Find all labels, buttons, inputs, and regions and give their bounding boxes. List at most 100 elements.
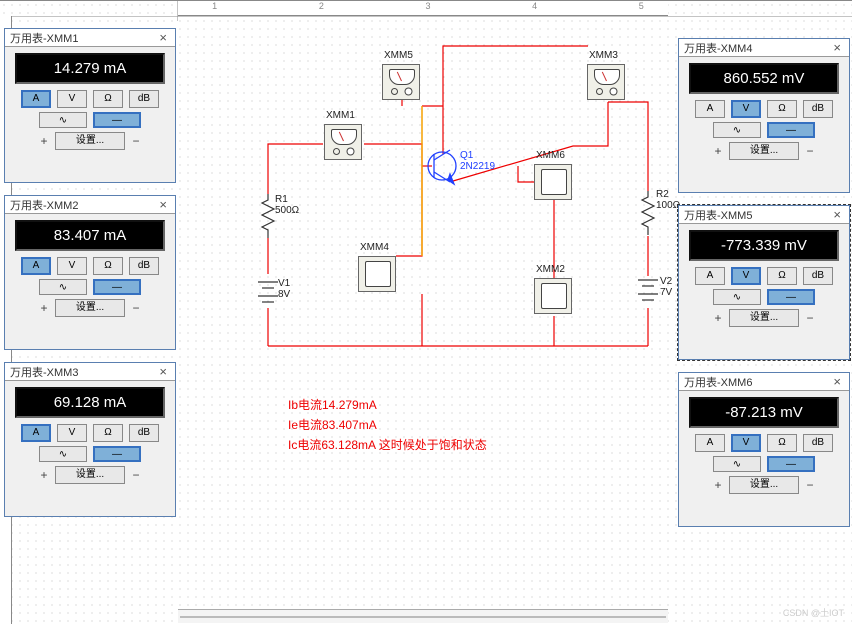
reading-display: 860.552 mV bbox=[689, 63, 839, 94]
instrument-label-xmm2: XMM2 bbox=[536, 264, 565, 275]
instrument-xmm6[interactable] bbox=[534, 164, 572, 200]
instrument-xmm4[interactable] bbox=[358, 256, 396, 292]
mode-v-button[interactable]: V bbox=[731, 267, 761, 285]
mode-db-button[interactable]: dB bbox=[129, 424, 159, 442]
wire-layer bbox=[178, 16, 678, 576]
mode-ohm-button[interactable]: Ω bbox=[767, 100, 797, 118]
mode-db-button[interactable]: dB bbox=[803, 267, 833, 285]
dc-button[interactable]: — bbox=[767, 456, 815, 472]
reading-display: 83.407 mA bbox=[15, 220, 165, 251]
ac-button[interactable]: ∿ bbox=[713, 456, 761, 472]
mode-db-button[interactable]: dB bbox=[129, 257, 159, 275]
reading-display: -87.213 mV bbox=[689, 397, 839, 428]
minus-terminal: − bbox=[805, 478, 815, 492]
close-icon[interactable]: × bbox=[156, 197, 170, 212]
close-icon[interactable]: × bbox=[830, 40, 844, 55]
mode-a-button[interactable]: A bbox=[695, 100, 725, 118]
label-Q1: Q12N2219 bbox=[460, 150, 495, 172]
mode-a-button[interactable]: A bbox=[695, 267, 725, 285]
close-icon[interactable]: × bbox=[830, 207, 844, 222]
multimeter-panel-mm1[interactable]: 万用表-XMM1×14.279 mAAVΩdB∿—+设置...− bbox=[4, 28, 176, 183]
dc-button[interactable]: — bbox=[93, 446, 141, 462]
close-icon[interactable]: × bbox=[156, 30, 170, 45]
mode-ohm-button[interactable]: Ω bbox=[93, 90, 123, 108]
ac-button[interactable]: ∿ bbox=[713, 122, 761, 138]
dc-button[interactable]: — bbox=[767, 289, 815, 305]
mode-ohm-button[interactable]: Ω bbox=[93, 424, 123, 442]
dc-button[interactable]: — bbox=[767, 122, 815, 138]
panel-title-text: 万用表-XMM3 bbox=[10, 364, 78, 380]
panel-title[interactable]: 万用表-XMM1× bbox=[5, 29, 175, 47]
mode-a-button[interactable]: A bbox=[21, 90, 51, 108]
instrument-xmm3[interactable] bbox=[587, 64, 625, 100]
close-icon[interactable]: × bbox=[156, 364, 170, 379]
plus-terminal: + bbox=[713, 311, 723, 325]
schematic-area: R1500Ω R2100Ω V18V V27V Q12N2219 Ib电流14.… bbox=[178, 16, 668, 616]
instrument-label-xmm6: XMM6 bbox=[536, 150, 565, 161]
ac-button[interactable]: ∿ bbox=[713, 289, 761, 305]
dc-button[interactable]: — bbox=[93, 279, 141, 295]
label-R1: R1500Ω bbox=[275, 194, 299, 216]
mode-a-button[interactable]: A bbox=[695, 434, 725, 452]
multimeter-panel-mm6[interactable]: 万用表-XMM6 × -87.213 mV AVΩdB ∿ — + 设置...− bbox=[678, 372, 850, 527]
meter-needle-icon bbox=[339, 132, 344, 141]
instrument-label-xmm1: XMM1 bbox=[326, 110, 355, 121]
multimeter-panel-mm2[interactable]: 万用表-XMM2×83.407 mAAVΩdB∿—+设置...− bbox=[4, 195, 176, 350]
multimeter-panel-mm5[interactable]: 万用表-XMM5×-773.339 mVAVΩdB∿—+设置...− bbox=[678, 205, 850, 360]
settings-button[interactable]: 设置... bbox=[55, 299, 125, 317]
instrument-label-xmm3: XMM3 bbox=[589, 50, 618, 61]
mode-a-button[interactable]: A bbox=[21, 257, 51, 275]
mode-ohm-button[interactable]: Ω bbox=[93, 257, 123, 275]
ac-button[interactable]: ∿ bbox=[39, 279, 87, 295]
settings-button[interactable]: 设置... bbox=[55, 466, 125, 484]
reading-display: -773.339 mV bbox=[689, 230, 839, 261]
settings-button[interactable]: 设置... bbox=[729, 142, 799, 160]
multimeter-panel-mm4[interactable]: 万用表-XMM4×860.552 mVAVΩdB∿—+设置...− bbox=[678, 38, 850, 193]
mode-db-button[interactable]: dB bbox=[129, 90, 159, 108]
panel-title[interactable]: 万用表-XMM5 × bbox=[679, 206, 849, 224]
watermark: CSDN @土IOT bbox=[783, 606, 844, 619]
settings-button[interactable]: 设置... bbox=[729, 476, 799, 494]
plus-terminal: + bbox=[713, 144, 723, 158]
ruler-top: 12345 bbox=[178, 1, 668, 16]
settings-button[interactable]: 设置... bbox=[729, 309, 799, 327]
scrollbar-thumb[interactable] bbox=[180, 616, 666, 618]
mode-ohm-button[interactable]: Ω bbox=[767, 434, 797, 452]
multimeter-panel-mm3[interactable]: 万用表-XMM3×69.128 mAAVΩdB∿—+设置...− bbox=[4, 362, 176, 517]
minus-terminal: − bbox=[131, 301, 141, 315]
plus-terminal: + bbox=[39, 468, 49, 482]
panel-title[interactable]: 万用表-XMM3 × bbox=[5, 363, 175, 381]
mode-v-button[interactable]: V bbox=[57, 257, 87, 275]
dc-button[interactable]: — bbox=[93, 112, 141, 128]
instrument-label-xmm4: XMM4 bbox=[360, 242, 389, 253]
instrument-xmm1[interactable] bbox=[324, 124, 362, 160]
panel-title-text: 万用表-XMM5 bbox=[684, 207, 752, 223]
instrument-xmm5[interactable] bbox=[382, 64, 420, 100]
mode-v-button[interactable]: V bbox=[731, 434, 761, 452]
instrument-xmm2[interactable] bbox=[534, 278, 572, 314]
mode-ohm-button[interactable]: Ω bbox=[767, 267, 797, 285]
panel-title[interactable]: 万用表-XMM2× bbox=[5, 196, 175, 214]
ac-button[interactable]: ∿ bbox=[39, 446, 87, 462]
panel-title[interactable]: 万用表-XMM6 × bbox=[679, 373, 849, 391]
panel-title[interactable]: 万用表-XMM4× bbox=[679, 39, 849, 57]
annotation-ie: Ie电流83.407mA bbox=[288, 416, 377, 433]
mode-v-button[interactable]: V bbox=[57, 90, 87, 108]
annotation-ib: Ib电流14.279mA bbox=[288, 396, 377, 413]
mode-v-button[interactable]: V bbox=[57, 424, 87, 442]
horizontal-scrollbar[interactable] bbox=[178, 609, 668, 623]
close-icon[interactable]: × bbox=[830, 374, 844, 389]
annotation-ic: Ic电流63.128mA 这时候处于饱和状态 bbox=[288, 436, 487, 453]
reading-display: 69.128 mA bbox=[15, 387, 165, 418]
plus-terminal: + bbox=[713, 478, 723, 492]
settings-button[interactable]: 设置... bbox=[55, 132, 125, 150]
plus-terminal: + bbox=[39, 134, 49, 148]
ac-button[interactable]: ∿ bbox=[39, 112, 87, 128]
panel-title-text: 万用表-XMM6 bbox=[684, 374, 752, 390]
mode-db-button[interactable]: dB bbox=[803, 434, 833, 452]
label-V2: V27V bbox=[660, 276, 672, 298]
mode-v-button[interactable]: V bbox=[731, 100, 761, 118]
mode-db-button[interactable]: dB bbox=[803, 100, 833, 118]
label-R2: R2100Ω bbox=[656, 189, 680, 211]
mode-a-button[interactable]: A bbox=[21, 424, 51, 442]
